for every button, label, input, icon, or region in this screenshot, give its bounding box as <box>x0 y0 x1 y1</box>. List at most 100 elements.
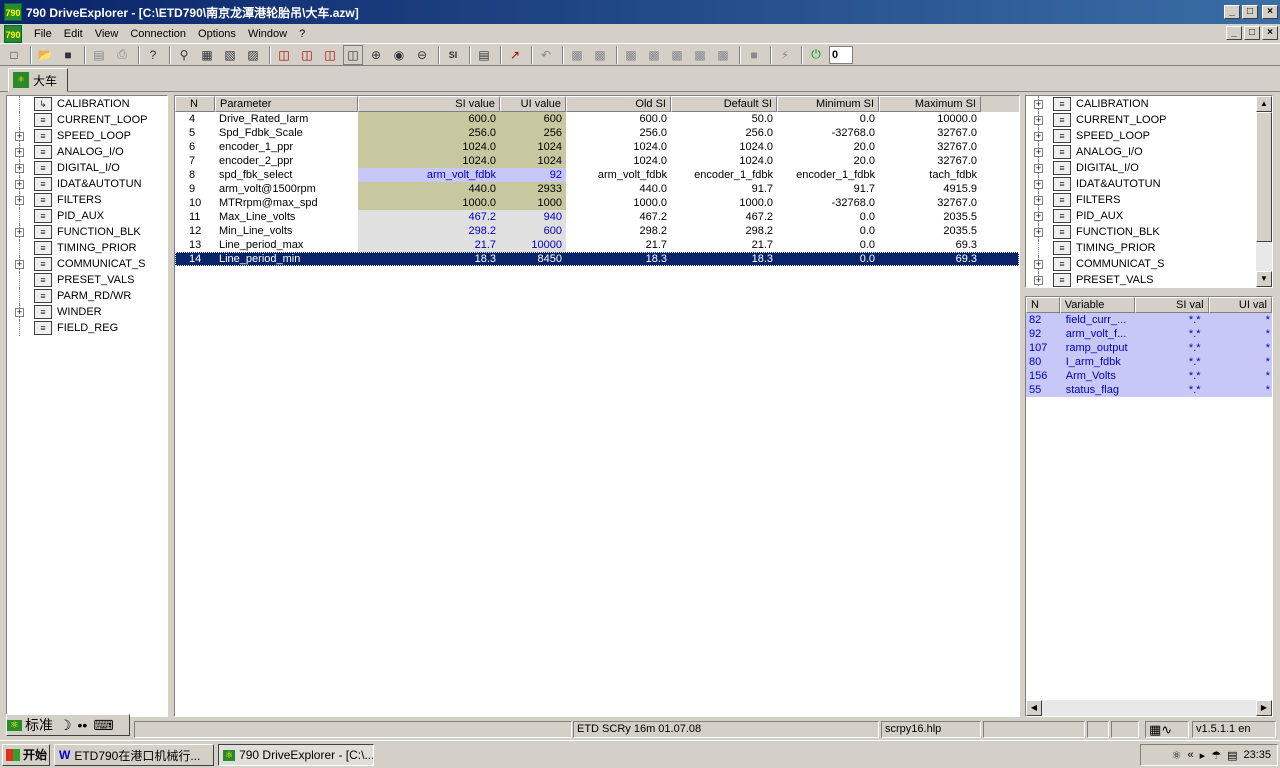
tray-monitor-icon[interactable]: ▤ <box>1227 749 1237 762</box>
tree-item[interactable]: ≡ PARM_RD/WR <box>7 288 167 304</box>
expand-icon[interactable]: + <box>1034 131 1043 141</box>
expand-icon[interactable]: + <box>15 163 24 173</box>
expand-icon[interactable]: + <box>1034 227 1043 237</box>
col-maximum-si[interactable]: Maximum SI <box>879 96 981 112</box>
cell-ui[interactable]: 2933 <box>500 182 566 196</box>
tray-expand-icon[interactable]: « <box>1188 749 1194 761</box>
monitor-icon[interactable]: ▤ <box>474 45 494 65</box>
col-si-value[interactable]: SI value <box>358 96 500 112</box>
stop-icon[interactable]: ■ <box>744 45 764 65</box>
cell-si[interactable]: 1024.0 <box>358 140 500 154</box>
horizontal-scrollbar[interactable]: ◀ ▶ <box>1026 700 1272 716</box>
cell-si[interactable]: 21.7 <box>358 238 500 252</box>
cell-ui[interactable]: 256 <box>500 126 566 140</box>
start-button[interactable]: 开始 <box>2 743 50 766</box>
cell-ui[interactable]: 1024 <box>500 140 566 154</box>
menu-file[interactable]: File <box>28 28 58 40</box>
table-row[interactable]: 4 Drive_Rated_Iarm 600.0 600 600.0 50.0 0.0 100… <box>175 112 1019 126</box>
expand-icon[interactable]: + <box>15 259 24 269</box>
tab-dache[interactable]: ⚛ 大车 <box>8 68 68 92</box>
tree-item[interactable]: + ≡ CALIBRATION <box>1026 96 1272 112</box>
tree-item[interactable]: + ≡ DIGITAL_I/O <box>7 160 167 176</box>
paste-block-icon[interactable]: ▧ <box>220 45 240 65</box>
tree-item[interactable]: + ≡ SPEED_LOOP <box>7 128 167 144</box>
undo-icon[interactable]: ↶ <box>536 45 556 65</box>
table-row[interactable]: 5 Spd_Fdbk_Scale 256.0 256 256.0 256.0 -32768.… <box>175 126 1019 140</box>
tray-ime-icon[interactable]: ⚛ <box>1172 749 1182 762</box>
maximize-button[interactable]: □ <box>1242 5 1258 19</box>
expand-icon[interactable]: + <box>1034 179 1043 189</box>
tree-item[interactable]: + ≡ PRESET_VALS <box>1026 272 1272 287</box>
expand-icon[interactable]: + <box>1034 163 1043 173</box>
cell-ui[interactable]: 92 <box>500 168 566 182</box>
tray-umbrella-icon[interactable]: ☂ <box>1211 749 1221 762</box>
tree-item[interactable]: ≡ TIMING_PRIOR <box>7 240 167 256</box>
print-icon[interactable]: ⎙ <box>112 45 132 65</box>
layout-3-icon[interactable]: ◫ <box>320 45 340 65</box>
watch-row[interactable]: 107 ramp_output *.* * <box>1026 341 1272 355</box>
drive-3-icon[interactable]: ▩ <box>667 45 687 65</box>
watch-row[interactable]: 92 arm_volt_f... *.* * <box>1026 327 1272 341</box>
watch-col-variable[interactable]: Variable <box>1059 297 1136 313</box>
tree-item[interactable]: + ≡ CURRENT_LOOP <box>1026 112 1272 128</box>
expand-icon[interactable]: + <box>1034 275 1043 285</box>
open-folder-icon[interactable]: 📂 <box>35 45 55 65</box>
tree-item[interactable]: + ≡ IDAT&AUTOTUN <box>1026 176 1272 192</box>
download-icon[interactable]: ▩ <box>590 45 610 65</box>
expand-icon[interactable]: + <box>1034 195 1043 205</box>
watch-col-si[interactable]: SI val <box>1135 297 1209 313</box>
table-row[interactable]: 6 encoder_1_ppr 1024.0 1024 1024.0 1024.0 20.0… <box>175 140 1019 154</box>
scroll-right-icon[interactable]: ▶ <box>1256 700 1272 716</box>
tree-item[interactable]: + ≡ ANALOG_I/O <box>7 144 167 160</box>
expand-icon[interactable]: + <box>1034 115 1043 125</box>
tree-item[interactable]: + ≡ ANALOG_I/O <box>1026 144 1272 160</box>
task-word-doc[interactable]: W ETD790在港口机械行... <box>54 744 214 766</box>
menu-help[interactable]: ? <box>293 28 311 40</box>
scroll-up-icon[interactable]: ▲ <box>1256 96 1272 112</box>
col-n[interactable]: N <box>175 96 215 112</box>
cell-ui[interactable]: 10000 <box>500 238 566 252</box>
expand-icon[interactable]: + <box>1034 99 1043 109</box>
cell-ui[interactable]: 1024 <box>500 154 566 168</box>
cell-si[interactable]: 256.0 <box>358 126 500 140</box>
tree-item[interactable]: ≡ CURRENT_LOOP <box>7 112 167 128</box>
scroll-left-icon[interactable]: ◀ <box>1026 700 1042 716</box>
menu-window[interactable]: Window <box>242 28 293 40</box>
power-icon[interactable]: ⏻ <box>806 45 826 65</box>
vertical-scrollbar[interactable]: ▲ ▼ <box>1256 96 1272 287</box>
expand-icon[interactable]: + <box>15 147 24 157</box>
scroll-down-icon[interactable]: ▼ <box>1256 271 1272 287</box>
col-parameter[interactable]: Parameter <box>215 96 358 112</box>
tree-item[interactable]: + ≡ DIGITAL_I/O <box>1026 160 1272 176</box>
tree-item[interactable]: + ≡ SPEED_LOOP <box>1026 128 1272 144</box>
table-row[interactable]: 12 Min_Line_volts 298.2 600 298.2 298.2 0.0 203… <box>175 224 1019 238</box>
menu-options[interactable]: Options <box>192 28 242 40</box>
si-unit-icon[interactable]: SI <box>443 45 463 65</box>
minimize-button[interactable]: _ <box>1224 5 1240 19</box>
flash-icon[interactable]: ⚡ <box>775 45 795 65</box>
tree-item[interactable]: ↳ CALIBRATION <box>7 96 167 112</box>
trend-icon[interactable]: ↗ <box>505 45 525 65</box>
zoom-in-icon[interactable]: ⊕ <box>366 45 386 65</box>
drive-2-icon[interactable]: ▩ <box>644 45 664 65</box>
tree-item[interactable]: + ≡ FUNCTION_BLK <box>1026 224 1272 240</box>
tree-item[interactable]: + ≡ COMMUNICAT_S <box>1026 256 1272 272</box>
compare-icon[interactable]: ▨ <box>243 45 263 65</box>
tray-network-icon[interactable]: ▸ <box>1200 749 1206 762</box>
watch-row[interactable]: 80 I_arm_fdbk *.* * <box>1026 355 1272 369</box>
mdi-doc-icon[interactable]: 790 <box>4 24 22 43</box>
tree-item[interactable]: + ≡ IDAT&AUTOTUN <box>7 176 167 192</box>
doc-close-button[interactable]: × <box>1262 26 1278 40</box>
value-input[interactable]: 0 <box>829 45 853 64</box>
upload-icon[interactable]: ▩ <box>567 45 587 65</box>
expand-icon[interactable]: + <box>1034 259 1043 269</box>
tree-item[interactable]: + ≡ COMMUNICAT_S <box>7 256 167 272</box>
table-row[interactable]: 10 MTRrpm@max_spd 1000.0 1000 1000.0 1000.0 -3… <box>175 196 1019 210</box>
cell-ui[interactable]: 1000 <box>500 196 566 210</box>
tree-item[interactable]: + ≡ WINDER <box>7 304 167 320</box>
new-file-icon[interactable]: □ <box>4 45 24 65</box>
help-icon[interactable]: ? <box>143 45 163 65</box>
table-row[interactable]: 14 Line_period_min 18.3 8450 18.3 18.3 0.0 69.3 <box>175 252 1019 266</box>
tree-item[interactable]: + ≡ FILTERS <box>7 192 167 208</box>
col-ui-value[interactable]: UI value <box>500 96 566 112</box>
